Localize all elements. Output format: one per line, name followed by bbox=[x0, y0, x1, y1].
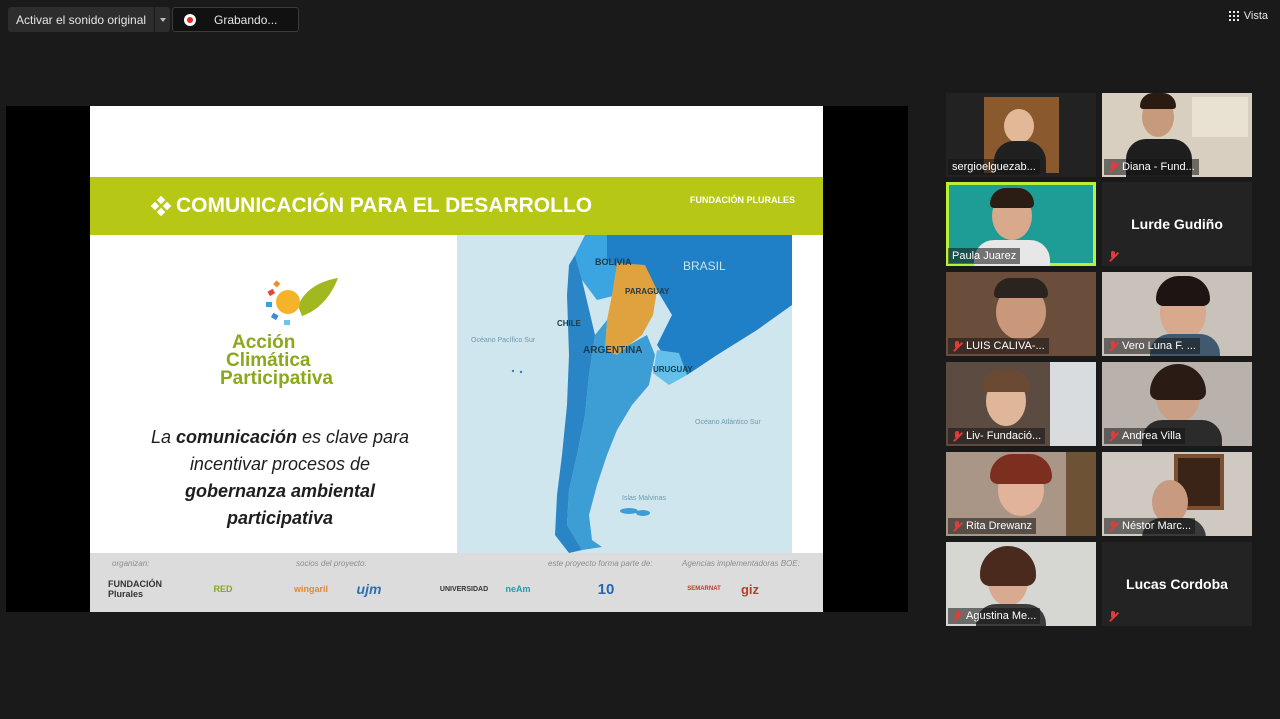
participant-name-large: Lurde Gudiño bbox=[1131, 216, 1223, 232]
participant-tile[interactable]: Agustina Me... bbox=[946, 542, 1096, 626]
participant-tile[interactable]: Diana - Fund... bbox=[1102, 93, 1252, 177]
footer-agencias: Agencias implementadoras BOE: bbox=[682, 559, 800, 568]
footer-forma-parte: este proyecto forma parte de: bbox=[548, 559, 653, 568]
muted-mic-icon bbox=[952, 340, 962, 352]
participant-name: Vero Luna F. ... bbox=[1104, 338, 1200, 354]
map-label-paraguay: PARAGUAY bbox=[625, 287, 670, 296]
muted-mic-icon bbox=[1108, 520, 1118, 532]
sponsor-logo: giz bbox=[740, 581, 760, 597]
participant-name: Rita Drewanz bbox=[948, 518, 1037, 534]
accion-climatica-logo: Acción Climática Participativa bbox=[220, 271, 480, 421]
sponsor-logo: RED bbox=[213, 584, 233, 594]
muted-mic-icon bbox=[1108, 430, 1118, 442]
shared-screen[interactable]: COMUNICACIÓN PARA EL DESARROLLO FUNDACIÓ… bbox=[6, 106, 908, 612]
grid-view-icon bbox=[1228, 11, 1239, 21]
sponsor-logo: SEMARNAT bbox=[687, 586, 721, 592]
view-label: Vista bbox=[1243, 10, 1268, 22]
footer-organizan: organizan: bbox=[112, 559, 150, 568]
map-label-bolivia: BOLIVIA bbox=[595, 257, 632, 267]
map-illustration bbox=[457, 235, 792, 553]
original-sound-label[interactable]: Activar el sonido original bbox=[8, 7, 155, 32]
slide-message: La comunicación es clave para incentivar… bbox=[150, 427, 410, 528]
participant-name: LUIS CALIVA-... bbox=[948, 338, 1049, 354]
participant-tile[interactable]: sergioelguezab... bbox=[946, 93, 1096, 177]
participant-tile[interactable]: Liv- Fundació... bbox=[946, 362, 1096, 446]
map-label-uruguay: URUGUAY bbox=[653, 365, 693, 374]
map-label-pacific: Océano Pacífico Sur bbox=[471, 337, 536, 344]
muted-mic-icon bbox=[952, 430, 962, 442]
recording-indicator[interactable]: Grabando... bbox=[172, 7, 299, 32]
participant-tile-active[interactable]: Paula Juarez bbox=[946, 182, 1096, 266]
participant-tile[interactable]: Rita Drewanz bbox=[946, 452, 1096, 536]
sponsor-logo: neAm bbox=[505, 584, 531, 594]
original-sound-dropdown[interactable] bbox=[154, 7, 171, 32]
muted-mic-icon bbox=[952, 610, 962, 622]
participant-name: Néstor Marc... bbox=[1104, 518, 1196, 534]
recording-label: Grabando... bbox=[214, 12, 278, 27]
participant-name-large: Lucas Cordoba bbox=[1126, 576, 1228, 592]
sponsor-logo: wingaril bbox=[293, 584, 328, 594]
participant-name: sergioelguezab... bbox=[948, 159, 1040, 175]
presentation-slide: COMUNICACIÓN PARA EL DESARROLLO FUNDACIÓ… bbox=[90, 106, 823, 612]
participant-name: Agustina Me... bbox=[948, 608, 1041, 624]
muted-mic-icon bbox=[1108, 611, 1118, 622]
slide-org: FUNDACIÓN PLURALES bbox=[690, 195, 795, 205]
participant-name: Diana - Fund... bbox=[1104, 159, 1199, 175]
record-icon bbox=[184, 13, 196, 26]
sun-leaf-logo-icon bbox=[266, 278, 338, 325]
participant-tile[interactable]: LUIS CALIVA-... bbox=[946, 272, 1096, 356]
participant-name: Paula Juarez bbox=[948, 248, 1021, 264]
participant-tile[interactable]: Lurde Gudiño bbox=[1102, 182, 1252, 266]
muted-mic-icon bbox=[1108, 161, 1118, 173]
participant-tile[interactable]: Andrea Villa bbox=[1102, 362, 1252, 446]
map-label-argentina: ARGENTINA bbox=[583, 345, 643, 356]
footer-socios: socios del proyecto: bbox=[296, 559, 367, 568]
map-label-atlantic: Océano Atlántico Sur bbox=[695, 419, 761, 426]
sponsor-logo: 10 bbox=[597, 580, 615, 598]
map-label-chile: CHILE bbox=[557, 319, 581, 328]
participant-tile[interactable]: Lucas Cordoba bbox=[1102, 542, 1252, 626]
map-label-malvinas: Islas Malvinas bbox=[622, 495, 666, 502]
participant-name: Andrea Villa bbox=[1104, 428, 1186, 444]
muted-mic-icon bbox=[1108, 340, 1118, 352]
slide-title: COMUNICACIÓN PARA EL DESARROLLO bbox=[150, 194, 592, 218]
logo-line-3: Participativa bbox=[220, 368, 333, 389]
participant-tile[interactable]: Vero Luna F. ... bbox=[1102, 272, 1252, 356]
participant-tile[interactable]: Néstor Marc... bbox=[1102, 452, 1252, 536]
sponsor-logo: UNIVERSIDAD bbox=[439, 585, 489, 593]
chevron-down-icon bbox=[159, 17, 166, 22]
south-america-map: BOLIVIA BRASIL PARAGUAY CHILE ARGENTINA … bbox=[457, 235, 792, 553]
diamond-bullet-icon bbox=[150, 195, 172, 217]
muted-mic-icon bbox=[952, 520, 962, 532]
view-button[interactable]: Vista bbox=[1228, 10, 1268, 22]
slide-footer: organizan: socios del proyecto: este pro… bbox=[90, 553, 823, 612]
avatar bbox=[1004, 109, 1034, 143]
sponsor-logo: ujm bbox=[356, 581, 382, 597]
map-label-brasil: BRASIL bbox=[683, 259, 726, 273]
original-sound-button[interactable]: Activar el sonido original bbox=[8, 7, 171, 32]
slide-banner: COMUNICACIÓN PARA EL DESARROLLO FUNDACIÓ… bbox=[90, 177, 823, 235]
meeting-window: Activar el sonido original Grabando... V… bbox=[0, 0, 1280, 719]
participant-name: Liv- Fundació... bbox=[948, 428, 1046, 444]
sponsor-logo: FUNDACIÓN Plurales bbox=[108, 579, 162, 599]
muted-mic-icon bbox=[1108, 251, 1118, 262]
